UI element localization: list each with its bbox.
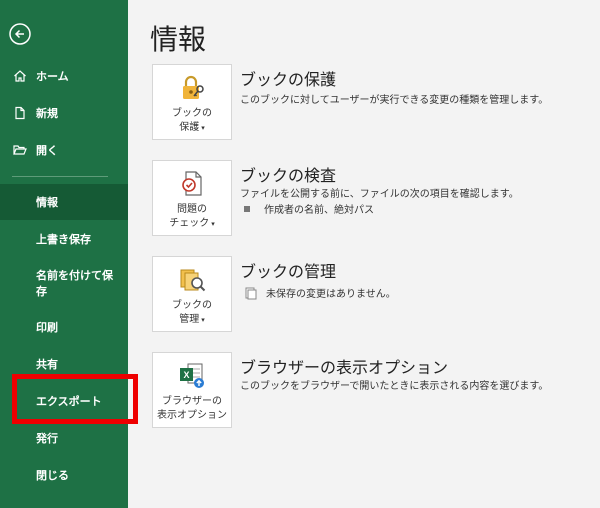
manage-versions-icon [175,263,209,297]
document-stack-icon [244,286,258,300]
section-title-inspect: ブックの検査 [240,166,337,185]
section-desc-browser: このブックをブラウザーで開いたときに表示される内容を選びます。 [240,381,549,392]
sidebar-item-new[interactable]: 新規 [12,103,58,123]
home-icon [12,68,28,84]
browser-view-options-button[interactable]: X ブラウザーの 表示オプション [152,352,232,428]
sidebar-divider [12,176,108,177]
button-label: 問題の チェック ▾ [169,204,215,229]
manage-bullet: 未保存の変更はありません。 [244,285,396,300]
back-arrow-icon [9,23,31,45]
sidebar-item-print[interactable]: 印刷 [0,309,128,345]
sidebar-item-label: ホーム [36,70,69,83]
lock-key-icon [175,71,209,105]
sidebar-item-close[interactable]: 閉じる [0,457,128,493]
button-label: ブックの 保護 ▾ [172,108,212,133]
protect-workbook-button[interactable]: ブックの 保護 ▾ [152,64,232,140]
sidebar-item-label: 情報 [36,196,58,209]
page-title: 情報 [150,23,207,56]
sidebar-item-home[interactable]: ホーム [12,66,69,86]
export-highlight-box [12,374,138,424]
sidebar-item-label: 閉じる [36,469,69,482]
sidebar-item-info[interactable]: 情報 [0,184,128,220]
sidebar-item-label: 印刷 [36,321,58,334]
sidebar-item-label: 共有 [36,358,58,371]
section-desc-inspect: ファイルを公開する前に、ファイルの次の項目を確認します。 [240,189,519,200]
sidebar-item-save-as[interactable]: 名前を付けて保存 [0,262,128,306]
section-desc-protect: このブックに対してユーザーが実行できる変更の種類を管理します。 [240,95,549,106]
sidebar-item-label: 名前を付けて保存 [36,269,113,298]
sidebar-item-publish[interactable]: 発行 [0,420,128,456]
button-label: ブックの 管理 ▾ [172,300,212,325]
back-button[interactable] [8,22,32,46]
excel-browser-icon: X [175,359,209,393]
sidebar-item-label: 発行 [36,432,58,445]
sidebar-item-save[interactable]: 上書き保存 [0,221,128,257]
check-issues-button[interactable]: 問題の チェック ▾ [152,160,232,236]
new-document-icon [12,105,28,121]
section-title-protect: ブックの保護 [240,70,337,89]
inspect-document-icon [175,167,209,201]
backstage-sidebar: ホーム 新規 開く 情報 上書き保存 名前を付けて保存 印刷 共有 エクスポート… [0,0,128,508]
manage-workbook-button[interactable]: ブックの 管理 ▾ [152,256,232,332]
bullet-square-icon [244,205,250,212]
sidebar-item-open[interactable]: 開く [12,140,58,160]
inspect-bullet: 作成者の名前、絶対パス [244,201,374,216]
sidebar-item-label: 上書き保存 [36,233,91,246]
folder-open-icon [12,142,28,158]
section-title-browser: ブラウザーの表示オプション [240,358,449,377]
button-label: ブラウザーの 表示オプション [157,396,227,421]
svg-text:X: X [183,370,189,380]
sidebar-item-label: 新規 [36,107,58,120]
section-title-manage: ブックの管理 [240,262,337,281]
sidebar-item-label: 開く [36,144,58,157]
